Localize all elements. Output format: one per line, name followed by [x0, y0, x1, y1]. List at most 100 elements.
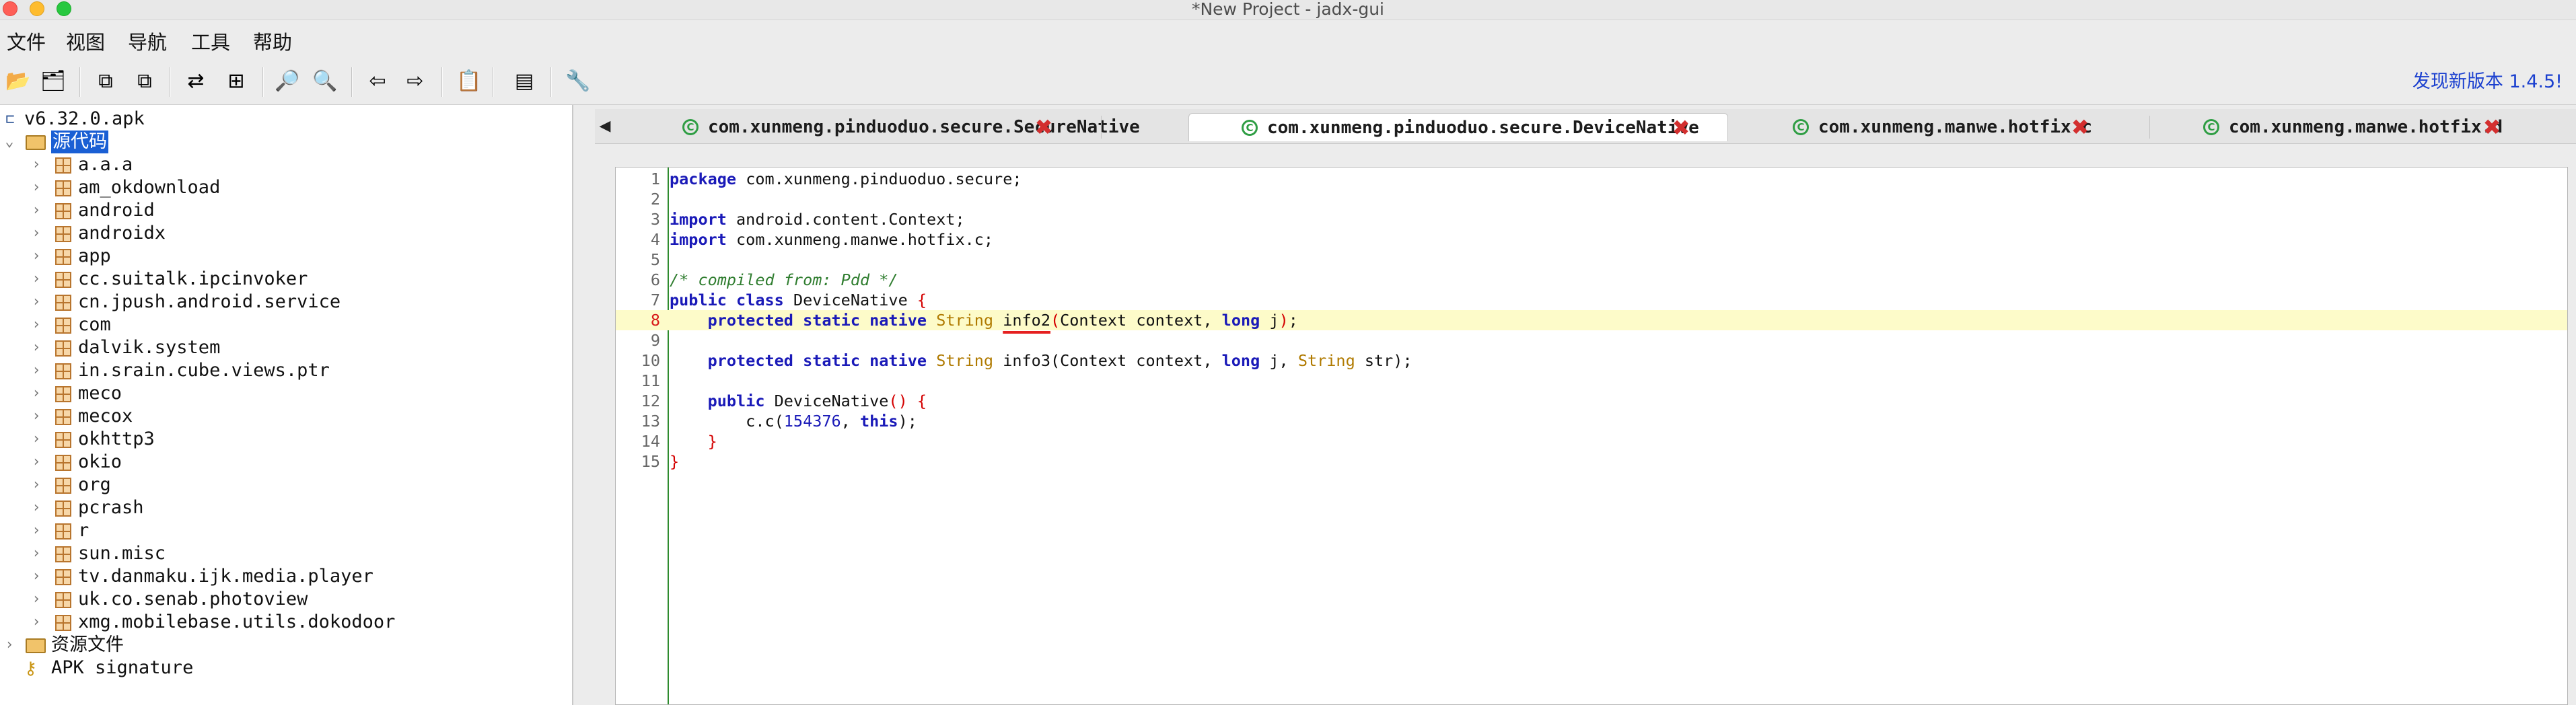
chevron-right-icon[interactable]: ›	[30, 222, 43, 245]
close-tab-icon[interactable]: ✖	[1671, 114, 1691, 142]
chevron-down-icon[interactable]: ⌄	[3, 131, 16, 153]
tree-item-package[interactable]: › uk.co.senab.photoview	[0, 588, 572, 611]
forward-icon[interactable]: ⇨	[401, 67, 429, 96]
tree-item-resources[interactable]: › 资源文件	[0, 634, 572, 657]
tree-item-package[interactable]: › app	[0, 245, 572, 268]
code-line[interactable]: 13 c.c(154376, this);	[616, 411, 2567, 431]
chevron-right-icon[interactable]: ›	[30, 268, 43, 291]
tree-item-package[interactable]: › sun.misc	[0, 542, 572, 565]
project-tree[interactable]: ⊏ v6.32.0.apk ⌄ 源代码 › a.a.a › am_okdownload…	[0, 105, 573, 705]
code-line[interactable]: 8 protected static native String info2(C…	[616, 310, 2567, 330]
tree-item-package[interactable]: › org	[0, 474, 572, 496]
tree-item-package[interactable]: › okio	[0, 451, 572, 474]
tree-item-package[interactable]: › xmg.mobilebase.utils.dokodoor	[0, 611, 572, 634]
menu-navigate[interactable]: 导航	[128, 28, 167, 57]
code-line[interactable]: 15}	[616, 451, 2567, 472]
search-text-icon[interactable]: 🔎	[273, 67, 301, 96]
chevron-right-icon[interactable]: ›	[30, 474, 43, 496]
decompile-all-icon[interactable]: 📋	[455, 67, 483, 96]
code-line[interactable]: 4 import com.xunmeng.manwe.hotfix.c;	[616, 229, 2567, 250]
tree-item-package[interactable]: › a.a.a	[0, 153, 572, 176]
tree-item-package[interactable]: › r	[0, 519, 572, 542]
chevron-right-icon[interactable]: ›	[30, 336, 43, 359]
tab-secure-native[interactable]: C com.xunmeng.pinduoduo.secure.SecureNat…	[682, 113, 1140, 141]
export-icon[interactable]: ⧉	[131, 67, 159, 96]
tree-item-package[interactable]: › meco	[0, 382, 572, 405]
tree-root-apk[interactable]: ⊏ v6.32.0.apk	[0, 108, 572, 131]
code-line[interactable]: 9	[616, 330, 2567, 350]
back-icon[interactable]: ⇦	[363, 67, 392, 96]
tree-item-label: xmg.mobilebase.utils.dokodoor	[78, 611, 396, 632]
code-token: Context context,	[1060, 311, 1222, 330]
tree-item-package[interactable]: › in.srain.cube.views.ptr	[0, 359, 572, 382]
tree-item-package[interactable]: › am_okdownload	[0, 176, 572, 199]
tree-item-package[interactable]: › tv.danmaku.ijk.media.player	[0, 565, 572, 588]
find-class-icon[interactable]: 🔍	[311, 67, 339, 96]
chevron-right-icon[interactable]: ›	[30, 382, 43, 405]
code-line[interactable]: 14 }	[616, 431, 2567, 451]
chevron-right-icon[interactable]: ›	[30, 588, 43, 611]
code-line[interactable]: 10 protected static native String info3(…	[616, 350, 2567, 371]
update-available-link[interactable]: 发现新版本 1.4.5!	[2412, 70, 2563, 94]
chevron-right-icon[interactable]: ›	[30, 405, 43, 428]
code-line[interactable]: 12 public DeviceNative() {	[616, 391, 2567, 411]
code-line[interactable]: 11	[616, 371, 2567, 391]
tab-hotfix-c[interactable]: C com.xunmeng.manwe.hotfix.c ✖	[1793, 113, 2102, 141]
flatten-packages-icon[interactable]: ⊞	[222, 67, 250, 96]
chevron-right-icon[interactable]: ›	[30, 542, 43, 565]
tab-hotfix-d[interactable]: C com.xunmeng.manwe.hotfix.d ✖	[2203, 113, 2513, 141]
tree-item-package[interactable]: › mecox	[0, 405, 572, 428]
menu-view[interactable]: 视图	[66, 28, 105, 57]
preferences-icon[interactable]: 🔧	[564, 67, 592, 96]
add-files-icon[interactable]: 🗂	[39, 67, 67, 96]
chevron-right-icon[interactable]: ›	[30, 291, 43, 313]
chevron-right-icon[interactable]: ›	[30, 428, 43, 451]
close-tab-icon[interactable]: ✖	[1034, 113, 1054, 141]
sync-tree-icon[interactable]: ⇄	[182, 67, 210, 96]
menu-file[interactable]: 文件	[7, 28, 46, 57]
chevron-right-icon[interactable]: ›	[30, 245, 43, 268]
chevron-right-icon[interactable]: ›	[30, 496, 43, 519]
code-line[interactable]: 3 import android.content.Context;	[616, 209, 2567, 229]
tree-item-package[interactable]: › androidx	[0, 222, 572, 245]
highlighted-token[interactable]: info2	[1003, 311, 1050, 330]
package-icon	[55, 546, 71, 562]
chevron-right-icon[interactable]: ›	[30, 519, 43, 542]
menu-help[interactable]: 帮助	[253, 28, 292, 57]
tree-item-apk-signature[interactable]: ⚷ APK signature	[0, 657, 572, 679]
close-tab-icon[interactable]: ✖	[2070, 113, 2090, 141]
code-line[interactable]: 7 public class DeviceNative {	[616, 290, 2567, 310]
tab-device-native[interactable]: C com.xunmeng.pinduoduo.secure.DeviceNat…	[1188, 113, 1728, 141]
chevron-right-icon[interactable]: ›	[30, 176, 43, 199]
menu-tools[interactable]: 工具	[191, 28, 230, 57]
tree-item-package[interactable]: › cc.suitalk.ipcinvoker	[0, 268, 572, 291]
code-editor[interactable]: 1 package com.xunmeng.pinduoduo.secure; 2 3…	[615, 167, 2568, 705]
code-token: protected	[707, 351, 793, 370]
close-tab-icon[interactable]: ✖	[2482, 113, 2502, 141]
tree-item-source-code[interactable]: ⌄ 源代码	[0, 131, 572, 153]
chevron-right-icon[interactable]: ›	[30, 451, 43, 474]
log-viewer-icon[interactable]: ▤	[510, 67, 538, 96]
save-all-icon[interactable]: ⧉	[92, 67, 120, 96]
tree-item-package[interactable]: › android	[0, 199, 572, 222]
chevron-right-icon[interactable]: ›	[30, 313, 43, 336]
tree-item-package[interactable]: › com	[0, 313, 572, 336]
tab-scroll-left-icon[interactable]: ◀	[595, 109, 615, 144]
code-line[interactable]: 5	[616, 250, 2567, 270]
chevron-right-icon[interactable]: ›	[30, 359, 43, 382]
chevron-right-icon[interactable]: ›	[30, 199, 43, 222]
chevron-right-icon[interactable]: ›	[30, 565, 43, 588]
code-line[interactable]: 6 /* compiled from: Pdd */	[616, 270, 2567, 290]
chevron-right-icon[interactable]: ›	[30, 611, 43, 634]
tree-item-package[interactable]: › dalvik.system	[0, 336, 572, 359]
chevron-right-icon[interactable]: ›	[30, 153, 43, 176]
tree-item-package[interactable]: › pcrash	[0, 496, 572, 519]
tree-item-package[interactable]: › okhttp3	[0, 428, 572, 451]
code-line[interactable]: 1 package com.xunmeng.pinduoduo.secure;	[616, 169, 2567, 189]
code-line[interactable]: 2	[616, 189, 2567, 209]
chevron-right-icon[interactable]: ›	[3, 634, 16, 657]
open-file-icon[interactable]: 📂	[4, 67, 32, 96]
tree-item-package[interactable]: › cn.jpush.android.service	[0, 291, 572, 313]
